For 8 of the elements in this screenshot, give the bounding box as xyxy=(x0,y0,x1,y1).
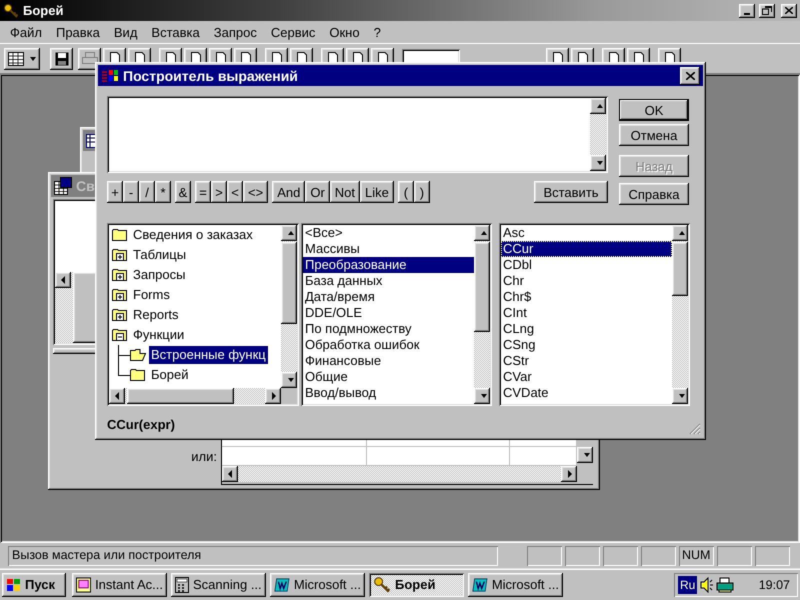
clock: 19:07 xyxy=(758,578,791,592)
syntax-text: CCur(expr) xyxy=(107,417,176,432)
criteria-label: или: xyxy=(190,448,218,464)
status-indicator: NUM xyxy=(679,546,714,566)
window-title: Св xyxy=(76,178,95,194)
dialog-title: Построитель выражений xyxy=(123,68,298,84)
window-title: Борей xyxy=(23,3,64,18)
status-message: Вызов мастера или построителя xyxy=(8,546,498,566)
